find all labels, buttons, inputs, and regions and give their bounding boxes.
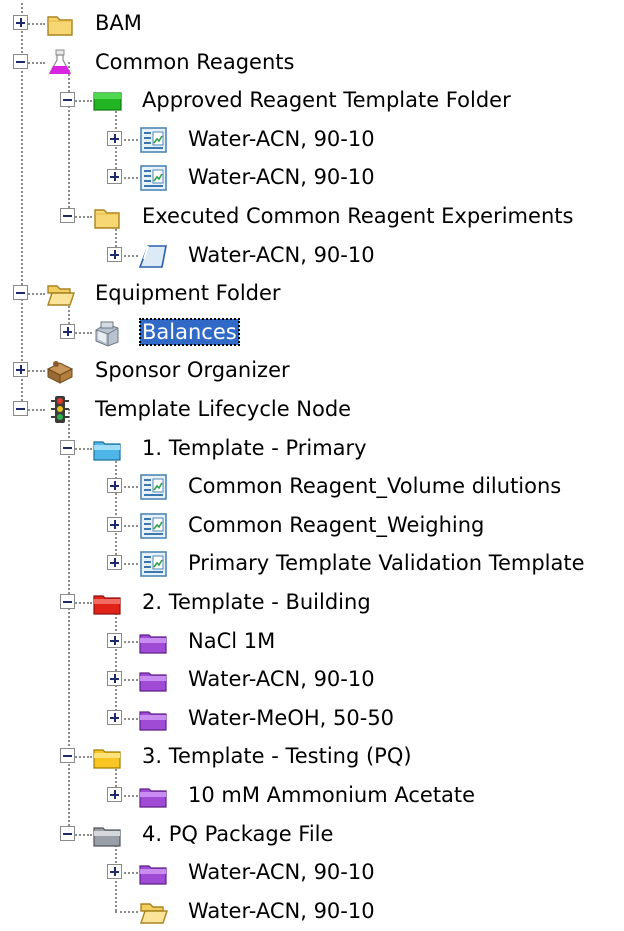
expand-button[interactable] xyxy=(107,169,122,185)
template-icon xyxy=(138,549,168,579)
expand-button[interactable] xyxy=(107,671,122,687)
folder-open-icon xyxy=(138,897,168,927)
sponsor-organizer-icon xyxy=(45,356,75,386)
tree-node[interactable]: Water-ACN, 90-10 xyxy=(0,159,624,197)
template-icon xyxy=(138,163,168,193)
folder-closed-icon xyxy=(45,9,75,39)
collapse-button[interactable] xyxy=(13,285,28,301)
expand-button[interactable] xyxy=(13,15,28,30)
red-folder-icon xyxy=(92,588,122,618)
expand-button[interactable] xyxy=(107,246,122,262)
tree-node[interactable]: Approved Reagent Template Folder xyxy=(0,82,624,120)
purple-folder-icon xyxy=(138,665,168,695)
collapse-button[interactable] xyxy=(60,825,75,841)
purple-folder-icon xyxy=(138,627,168,657)
tree-node-label[interactable]: Executed Common Reagent Experiments xyxy=(140,203,575,229)
tree-node[interactable]: 10 mM Ammonium Acetate xyxy=(0,777,624,815)
expand-button[interactable] xyxy=(107,632,122,648)
flask-icon xyxy=(45,48,75,78)
tree-node-label[interactable]: Sponsor Organizer xyxy=(93,357,292,383)
tree-node-label[interactable]: Common Reagent_Volume dilutions xyxy=(186,473,563,499)
tree-node[interactable]: Common Reagent_Volume dilutions xyxy=(0,468,624,506)
tree-node[interactable]: 4. PQ Package File xyxy=(0,816,624,854)
gray-folder-icon xyxy=(92,820,122,850)
tree-node-label[interactable]: Water-ACN, 90-10 xyxy=(186,242,377,268)
expand-button[interactable] xyxy=(107,478,122,494)
tree-node[interactable]: NaCl 1M xyxy=(0,623,624,661)
collapse-button[interactable] xyxy=(60,594,75,609)
tree-node[interactable]: Equipment Folder xyxy=(0,275,624,313)
collapse-button[interactable] xyxy=(60,748,75,764)
tree-node[interactable]: Executed Common Reagent Experiments xyxy=(0,198,624,236)
expand-button[interactable] xyxy=(107,787,122,802)
tree-node[interactable]: Balances xyxy=(0,314,624,352)
tree-node-label[interactable]: Common Reagents xyxy=(93,49,296,75)
tree-node[interactable]: BAM xyxy=(0,5,624,43)
tree-node[interactable]: 2. Template - Building xyxy=(0,584,624,622)
tree-view[interactable]: BAM Common Reagents Approved Reagent Templ… xyxy=(0,0,624,930)
tree-node-label[interactable]: Equipment Folder xyxy=(93,280,283,306)
template-icon xyxy=(138,511,168,541)
purple-folder-icon xyxy=(138,704,168,734)
tree-node[interactable]: Common Reagents xyxy=(0,44,624,82)
expand-button[interactable] xyxy=(60,323,75,339)
tree-node-label[interactable]: Common Reagent_Weighing xyxy=(186,512,486,538)
folder-closed-icon xyxy=(92,202,122,232)
template-icon xyxy=(138,125,168,155)
purple-folder-icon xyxy=(138,781,168,811)
expand-button[interactable] xyxy=(107,555,122,571)
tree-node[interactable]: Water-ACN, 90-10 xyxy=(0,237,624,275)
tree-node-label[interactable]: 2. Template - Building xyxy=(140,589,373,615)
collapse-button[interactable] xyxy=(60,439,75,455)
collapse-button[interactable] xyxy=(13,401,28,416)
tree-node[interactable]: Water-MeOH, 50-50 xyxy=(0,700,624,738)
green-folder-icon xyxy=(92,86,122,116)
tree-node-label-selected[interactable]: Balances xyxy=(139,317,240,346)
tree-node-label[interactable]: Water-MeOH, 50-50 xyxy=(186,705,396,731)
tree-node-label[interactable]: 10 mM Ammonium Acetate xyxy=(186,782,477,808)
tree-node-label[interactable]: NaCl 1M xyxy=(186,628,277,654)
tree-node[interactable]: 1. Template - Primary xyxy=(0,430,624,468)
tree-node-label[interactable]: BAM xyxy=(93,10,144,36)
tree-node[interactable]: Water-ACN, 90-10 xyxy=(0,893,624,931)
blue-folder-icon xyxy=(92,434,122,464)
tree-node[interactable]: Common Reagent_Weighing xyxy=(0,507,624,545)
folder-open-icon xyxy=(45,279,75,309)
tree-node[interactable]: Template Lifecycle Node xyxy=(0,391,624,429)
tree-node-label[interactable]: 4. PQ Package File xyxy=(140,821,335,847)
tree-node-label[interactable]: Water-ACN, 90-10 xyxy=(186,859,377,885)
tree-node[interactable]: Primary Template Validation Template xyxy=(0,545,624,583)
balance-icon xyxy=(92,318,122,348)
purple-folder-icon xyxy=(138,858,168,888)
collapse-button[interactable] xyxy=(60,92,75,108)
experiment-icon xyxy=(138,241,168,271)
traffic-light-icon xyxy=(45,395,75,425)
expand-button[interactable] xyxy=(107,516,122,532)
template-icon xyxy=(138,472,168,502)
collapse-button[interactable] xyxy=(60,208,75,223)
tree-node[interactable]: Water-ACN, 90-10 xyxy=(0,854,624,892)
tree-node-label[interactable]: Water-ACN, 90-10 xyxy=(186,898,377,924)
expand-button[interactable] xyxy=(107,864,122,880)
tree-node-label[interactable]: Water-ACN, 90-10 xyxy=(186,164,377,190)
tree-node-label[interactable]: 1. Template - Primary xyxy=(140,435,369,461)
tree-node[interactable]: 3. Template - Testing (PQ) xyxy=(0,738,624,776)
expand-button[interactable] xyxy=(107,130,122,146)
tree-node-label[interactable]: Water-ACN, 90-10 xyxy=(186,126,377,152)
yellow-folder-icon xyxy=(92,742,122,772)
tree-node-label[interactable]: Water-ACN, 90-10 xyxy=(186,666,377,692)
tree-node[interactable]: Sponsor Organizer xyxy=(0,352,624,390)
tree-node-label[interactable]: Template Lifecycle Node xyxy=(93,396,353,422)
expand-button[interactable] xyxy=(13,362,28,378)
tree-node-label[interactable]: Primary Template Validation Template xyxy=(186,550,587,576)
expand-button[interactable] xyxy=(107,709,122,725)
collapse-button[interactable] xyxy=(13,53,28,69)
tree-node[interactable]: Water-ACN, 90-10 xyxy=(0,121,624,159)
tree-node-label[interactable]: 3. Template - Testing (PQ) xyxy=(140,743,414,769)
tree-node-label[interactable]: Approved Reagent Template Folder xyxy=(140,87,513,113)
tree-node[interactable]: Water-ACN, 90-10 xyxy=(0,661,624,699)
